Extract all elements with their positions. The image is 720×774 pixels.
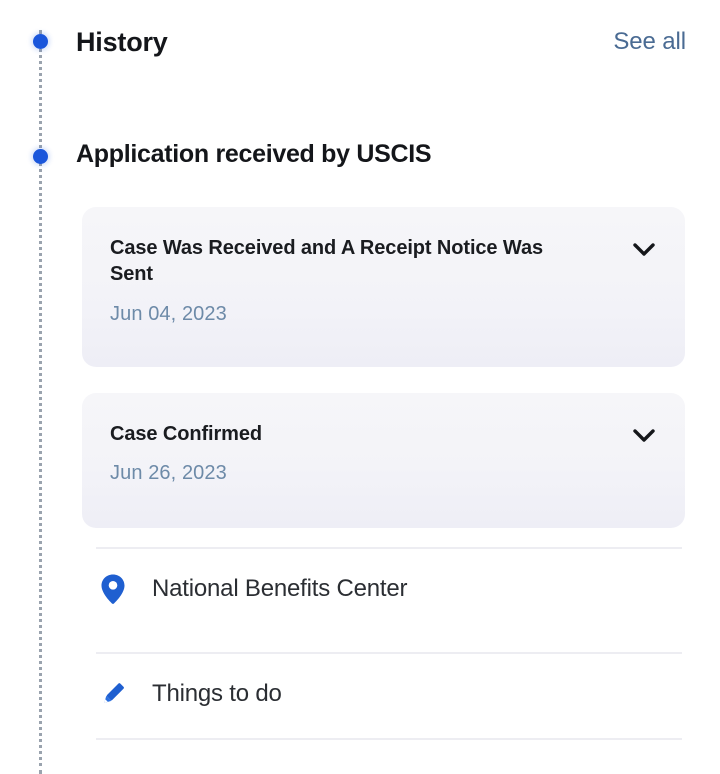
list-item-label: Things to do xyxy=(152,680,282,707)
pencil-icon xyxy=(96,677,130,711)
event-date: Jun 26, 2023 xyxy=(110,462,227,485)
event-card[interactable]: Case Confirmed Jun 26, 2023 xyxy=(82,393,685,528)
divider xyxy=(96,738,682,740)
list-item-things-to-do[interactable]: Things to do xyxy=(96,668,682,720)
map-pin-icon xyxy=(96,572,130,606)
event-date: Jun 04, 2023 xyxy=(110,302,227,325)
divider xyxy=(96,547,682,549)
page-title: History xyxy=(76,26,168,57)
chevron-down-icon[interactable] xyxy=(633,243,655,257)
history-header: History See all xyxy=(76,22,686,62)
list-item-label: National Benefits Center xyxy=(152,575,408,602)
divider xyxy=(96,652,682,654)
chevron-down-icon[interactable] xyxy=(633,429,655,443)
timeline-dot-history xyxy=(33,34,48,49)
timeline-rail xyxy=(33,30,48,774)
event-title: Case Confirmed xyxy=(110,423,262,445)
event-title: Case Was Received and A Receipt Notice W… xyxy=(110,237,543,286)
list-item-office-location[interactable]: National Benefits Center xyxy=(96,563,682,615)
timeline-dot-stage xyxy=(33,149,48,164)
stage-heading: Application received by USCIS xyxy=(76,140,432,168)
see-all-link[interactable]: See all xyxy=(613,30,686,54)
event-card[interactable]: Case Was Received and A Receipt Notice W… xyxy=(82,207,685,367)
case-history-screen: History See all Application received by … xyxy=(0,0,720,774)
timeline-dotted-line xyxy=(39,30,42,774)
